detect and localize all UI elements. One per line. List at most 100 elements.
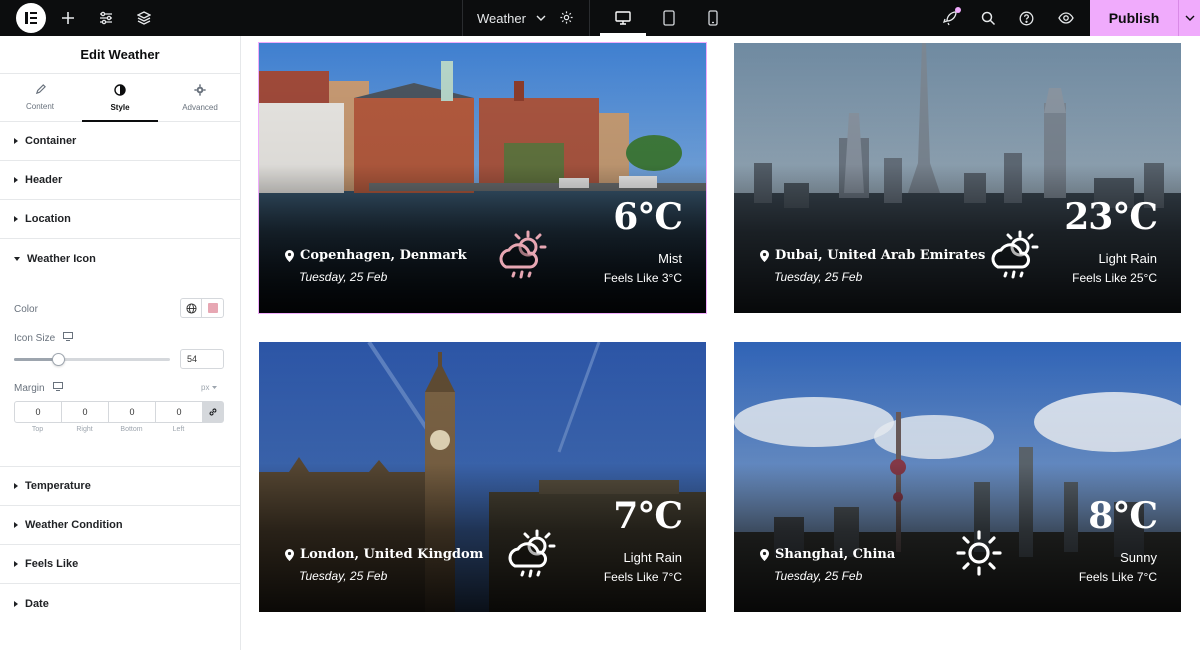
- margin-right-input[interactable]: 0: [62, 402, 109, 422]
- responsive-desktop-icon[interactable]: [63, 332, 74, 344]
- location: Shanghai, China: [760, 547, 895, 562]
- margin-side-labels: Top Right Bottom Left: [14, 426, 202, 433]
- location-name: Dubai, United Arab Emirates: [775, 248, 986, 263]
- editor-panel: Edit Weather Content Style Advanced Cont…: [0, 36, 241, 650]
- elementor-logo-icon[interactable]: [16, 3, 46, 33]
- publish-options-chevron-icon[interactable]: [1178, 0, 1200, 36]
- color-label: Color: [14, 304, 38, 315]
- margin-side-label: Right: [76, 426, 93, 433]
- publish-button[interactable]: Publish: [1090, 0, 1178, 36]
- add-icon[interactable]: [56, 6, 80, 30]
- responsive-desktop-icon[interactable]: [52, 382, 63, 394]
- feels-like: Feels Like 25°C: [1072, 271, 1157, 285]
- color-picker[interactable]: [180, 298, 224, 318]
- date: Tuesday, 25 Feb: [774, 569, 863, 583]
- section-label: Location: [25, 213, 71, 225]
- section-weather-icon[interactable]: Weather Icon: [0, 239, 240, 278]
- eye-icon[interactable]: [1054, 6, 1078, 30]
- section-label: Container: [25, 135, 77, 147]
- slider-handle[interactable]: [52, 353, 65, 366]
- section-date[interactable]: Date: [0, 584, 240, 623]
- icon-size-slider[interactable]: [14, 353, 170, 366]
- tab-content[interactable]: Content: [0, 74, 80, 121]
- margin-unit: px: [201, 383, 210, 392]
- margin-top-input[interactable]: 0: [15, 402, 62, 422]
- weather-condition: Light Rain: [1098, 251, 1157, 266]
- temperature: 7°C: [613, 495, 683, 537]
- map-pin-icon: [760, 249, 769, 262]
- weather-condition: Sunny: [1120, 550, 1157, 565]
- margin-side-label: Top: [31, 426, 44, 433]
- top-bar: Weather Publish: [0, 0, 1200, 36]
- globe-icon[interactable]: [181, 299, 203, 317]
- temperature: 23°C: [1064, 196, 1158, 238]
- section-header[interactable]: Header: [0, 161, 240, 200]
- search-icon[interactable]: [976, 6, 1000, 30]
- date: Tuesday, 25 Feb: [774, 270, 863, 284]
- preview-canvas: 6°C Copenhagen, Denmark Tuesday, 25 Feb …: [242, 36, 1200, 650]
- tab-style[interactable]: Style: [80, 74, 160, 122]
- margin-left-input[interactable]: 0: [156, 402, 203, 422]
- tablet-icon[interactable]: [646, 0, 692, 36]
- weather-condition: Light Rain: [623, 550, 682, 565]
- location-name: Copenhagen, Denmark: [300, 248, 467, 263]
- desktop-icon[interactable]: [600, 0, 646, 36]
- location-name: Shanghai, China: [775, 547, 896, 562]
- help-icon[interactable]: [1014, 6, 1038, 30]
- margin-control-label: Margin: [14, 382, 63, 394]
- rocket-icon[interactable]: [938, 6, 962, 30]
- color-swatch[interactable]: [202, 299, 223, 317]
- margin-bottom-input[interactable]: 0: [109, 402, 156, 422]
- caret-right-icon: [14, 138, 18, 144]
- section-weather-condition[interactable]: Weather Condition: [0, 506, 240, 545]
- icon-size-input[interactable]: 54: [180, 349, 224, 369]
- panel-title: Edit Weather: [0, 36, 240, 74]
- temperature: 8°C: [1088, 495, 1158, 537]
- date: Tuesday, 25 Feb: [299, 270, 388, 284]
- caret-right-icon: [14, 561, 18, 567]
- pencil-icon: [35, 84, 46, 97]
- weather-card-copenhagen[interactable]: 6°C Copenhagen, Denmark Tuesday, 25 Feb …: [258, 42, 707, 314]
- chevron-down-icon: [536, 15, 546, 21]
- cloud-sun-rain-icon: [492, 229, 554, 284]
- weather-card-shanghai[interactable]: 8°C Shanghai, China Tuesday, 25 Feb Sunn…: [734, 342, 1181, 612]
- caret-right-icon: [14, 483, 18, 489]
- section-temperature[interactable]: Temperature: [0, 467, 240, 506]
- weather-condition: Mist: [658, 251, 682, 266]
- gear-icon[interactable]: [559, 10, 574, 25]
- margin-inputs: 0 0 0 0: [14, 401, 224, 423]
- section-label: Date: [25, 597, 49, 610]
- section-location[interactable]: Location: [0, 200, 240, 239]
- document-name: Weather: [477, 10, 526, 26]
- link-icon[interactable]: [203, 402, 223, 422]
- panel-tabs: Content Style Advanced: [0, 74, 240, 122]
- section-container[interactable]: Container: [0, 122, 240, 161]
- icon-size-label: Icon Size: [14, 332, 56, 344]
- document-switcher[interactable]: Weather: [462, 0, 590, 36]
- caret-right-icon: [14, 177, 18, 183]
- section-label: Weather Condition: [25, 519, 123, 531]
- margin-unit-select[interactable]: px: [201, 383, 218, 392]
- map-pin-icon: [285, 548, 294, 561]
- section-label: Header: [25, 174, 63, 186]
- margin-label: Margin: [14, 382, 45, 394]
- gear-icon: [194, 83, 206, 98]
- half-circle-icon: [114, 83, 126, 98]
- weather-card-london[interactable]: 7°C London, United Kingdom Tuesday, 25 F…: [259, 342, 706, 612]
- sliders-icon[interactable]: [94, 6, 118, 30]
- location: Copenhagen, Denmark: [285, 248, 467, 263]
- caret-right-icon: [14, 522, 18, 528]
- layers-icon[interactable]: [132, 6, 156, 30]
- section-label: Weather Icon: [27, 252, 96, 265]
- mobile-icon[interactable]: [690, 0, 736, 36]
- tab-advanced[interactable]: Advanced: [160, 74, 240, 121]
- map-pin-icon: [760, 548, 769, 561]
- section-feels-like[interactable]: Feels Like: [0, 545, 240, 584]
- margin-side-label: Left: [172, 426, 185, 433]
- weather-card-dubai[interactable]: 23°C Dubai, United Arab Emirates Tuesday…: [734, 43, 1181, 313]
- section-label: Feels Like: [25, 558, 79, 570]
- icon-size-control-label: Icon Size: [14, 332, 74, 344]
- tab-label: Style: [110, 102, 130, 112]
- date: Tuesday, 25 Feb: [299, 569, 388, 583]
- feels-like: Feels Like 7°C: [1078, 570, 1157, 584]
